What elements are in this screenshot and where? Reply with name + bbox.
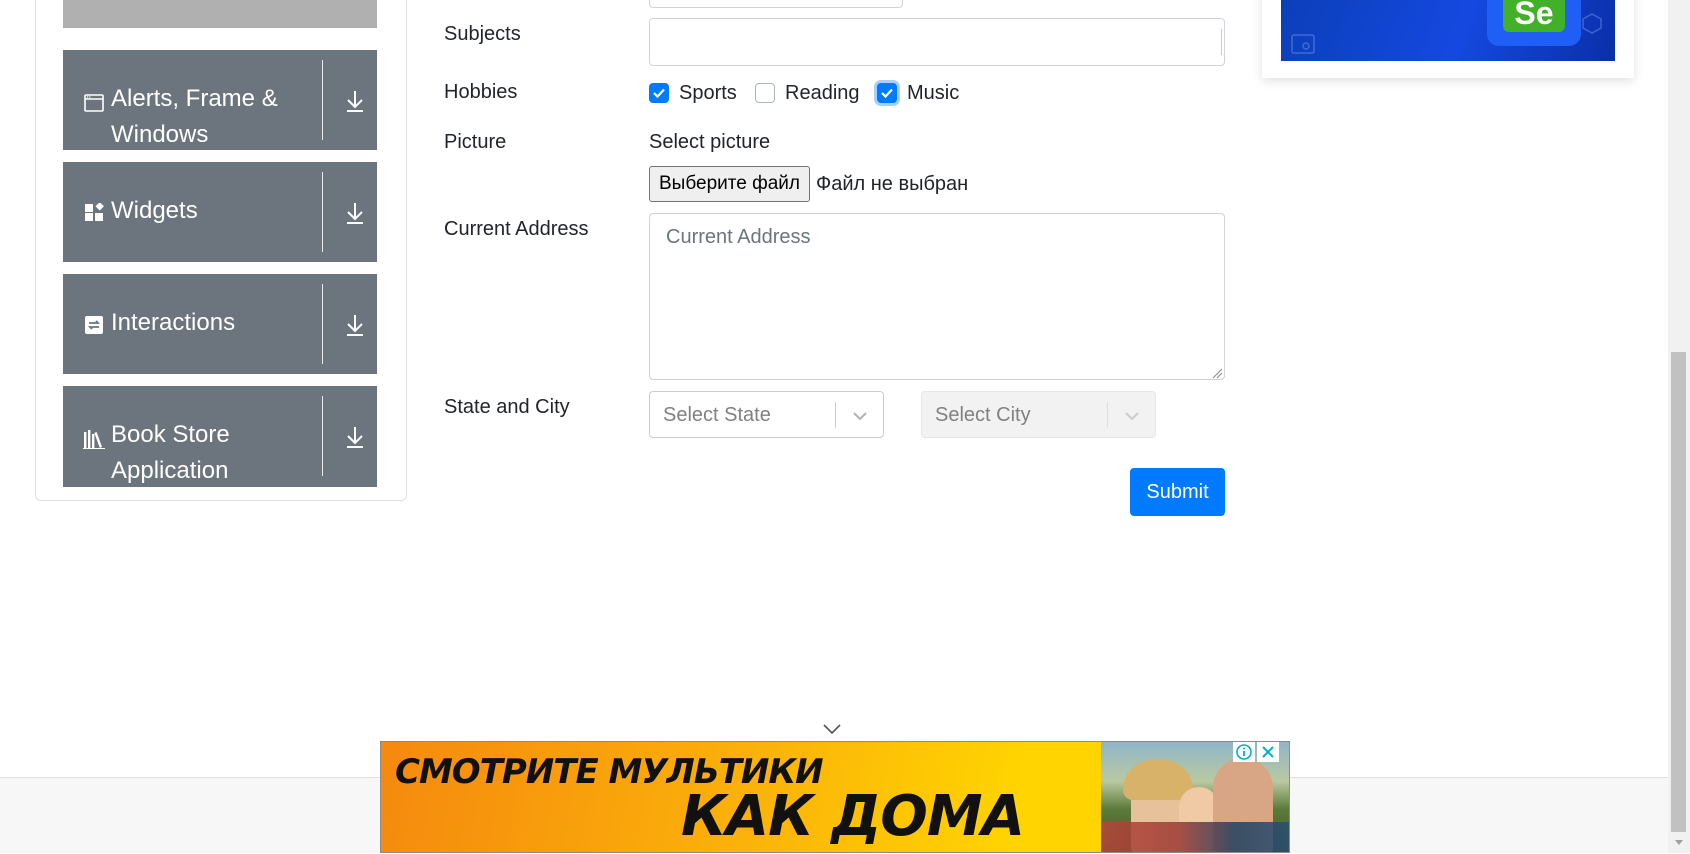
scrollbar-thumb[interactable] — [1671, 352, 1686, 832]
select-separator — [1107, 402, 1108, 428]
hobby-label: Reading — [785, 81, 860, 104]
group-divider — [322, 60, 323, 140]
window-icon — [83, 92, 105, 114]
city-select[interactable]: Select City — [921, 391, 1156, 438]
download-arrow-icon — [342, 199, 368, 227]
sidebar-previous-group-bar — [63, 0, 377, 28]
books-icon — [83, 428, 105, 450]
sidebar-group-title: Book Store Application — [111, 421, 230, 484]
chevron-down-icon[interactable] — [850, 406, 870, 426]
submit-button[interactable]: Submit — [1130, 468, 1225, 516]
checkbox-unchecked-icon[interactable] — [755, 83, 775, 103]
hobby-label: Music — [907, 81, 960, 104]
subjects-input[interactable] — [649, 18, 1225, 66]
selenium-logo: Se — [1503, 0, 1565, 32]
download-arrow-icon — [342, 311, 368, 339]
subjects-label: Subjects — [444, 23, 521, 45]
hobby-music-checkbox[interactable]: Music — [877, 80, 959, 106]
ad-banner-bottom[interactable]: СМОТРИТЕ МУЛЬТИКИ КАК ДОМА — [380, 741, 1290, 853]
choose-file-button[interactable]: Выберите файл — [649, 166, 810, 202]
current-address-textarea[interactable] — [649, 213, 1225, 380]
ad-subheadline: КАК ДОМА — [681, 784, 1025, 849]
checkbox-checked-icon[interactable] — [877, 83, 897, 103]
resize-grip-icon[interactable] — [1211, 366, 1223, 379]
chevron-down-icon[interactable] — [821, 722, 843, 736]
sidebar-group-title: Widgets — [111, 197, 198, 224]
download-arrow-icon — [342, 87, 368, 115]
file-status-text: Файл не выбран — [816, 173, 969, 195]
picture-label: Picture — [444, 131, 507, 153]
download-arrow-icon — [342, 423, 368, 451]
state-select-placeholder: Select State — [663, 404, 771, 426]
hobby-reading-checkbox[interactable]: Reading — [755, 80, 860, 106]
sidebar-group-alerts-frame-windows[interactable]: Alerts, Frame & Windows — [63, 50, 377, 150]
ad-photo-clothes — [1101, 822, 1289, 852]
ad-close-icon[interactable] — [1257, 742, 1279, 762]
chevron-down-icon[interactable] — [1122, 406, 1142, 426]
subjects-input-separator — [1221, 29, 1222, 55]
select-picture-caption: Select picture — [649, 131, 771, 153]
sidebar-group-title: Alerts, Frame & Windows — [111, 85, 278, 148]
city-select-placeholder: Select City — [935, 404, 1031, 426]
ad-decor-icon — [1581, 12, 1603, 39]
hobbies-label: Hobbies — [444, 81, 518, 103]
hobby-label: Sports — [679, 81, 737, 104]
state-city-label: State and City — [444, 396, 570, 418]
widgets-icon — [83, 202, 105, 224]
hobby-sports-checkbox[interactable]: Sports — [649, 80, 737, 106]
current-address-label: Current Address — [444, 218, 589, 240]
sidebar-group-title: Interactions — [111, 309, 236, 336]
state-select[interactable]: Select State — [649, 391, 884, 438]
group-divider — [322, 172, 323, 252]
ad-info-icon[interactable] — [1233, 742, 1255, 762]
sidebar-group-widgets[interactable]: Widgets — [63, 162, 377, 262]
date-of-birth-input[interactable] — [649, 0, 903, 8]
select-separator — [835, 402, 836, 428]
group-divider — [322, 396, 323, 476]
selenium-logo-text: Se — [1514, 0, 1554, 31]
ad-banner-right-image[interactable]: Se — [1281, 0, 1615, 61]
sidebar-group-interactions[interactable]: Interactions — [63, 274, 377, 374]
sidebar-group-book-store-application[interactable]: Book Store Application — [63, 386, 377, 487]
group-divider — [322, 284, 323, 364]
ad-decor-icon — [1291, 34, 1315, 59]
scroll-down-arrow-icon[interactable] — [1672, 836, 1686, 848]
interactions-icon — [83, 314, 105, 336]
checkbox-checked-icon[interactable] — [649, 83, 669, 103]
